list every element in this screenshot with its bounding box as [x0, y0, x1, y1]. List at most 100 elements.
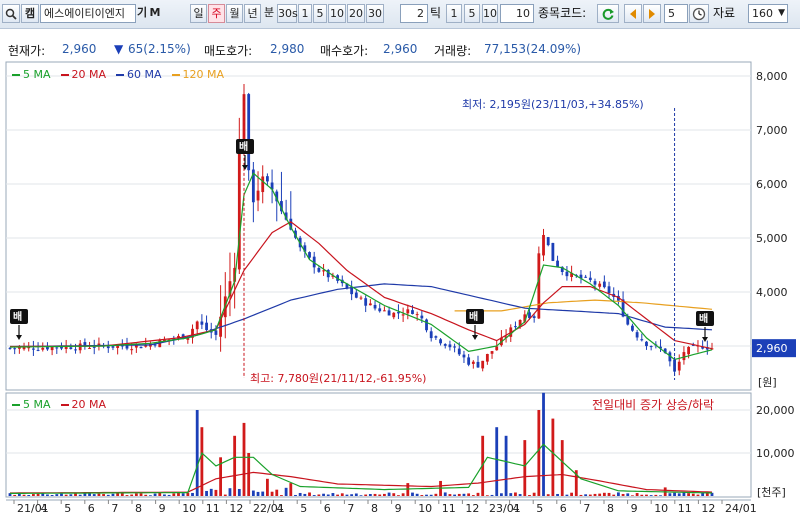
volume-ma5-line — [10, 443, 713, 494]
period-button-7[interactable]: 5 — [313, 4, 327, 23]
volume-bar — [673, 492, 676, 496]
step-input[interactable]: 5 — [664, 4, 688, 23]
period-button-5[interactable]: 30s — [277, 4, 298, 23]
candle-body — [616, 295, 620, 301]
candle-body — [214, 330, 218, 335]
volume-bar — [560, 440, 564, 496]
volume-bar — [481, 435, 485, 496]
price-legend: 5 MA 20 MA 60 MA 120 MA — [12, 68, 234, 81]
period-button-9[interactable]: 20 — [347, 4, 365, 23]
volume-bar — [687, 493, 691, 496]
volume-bar — [280, 495, 283, 496]
period-button-6[interactable]: 1 — [298, 4, 312, 23]
candle-body — [378, 308, 382, 312]
volume-bar — [364, 494, 368, 496]
candle-body — [471, 361, 475, 364]
volume-bar — [111, 493, 115, 496]
period-button-0[interactable]: 일 — [190, 4, 207, 23]
volume-bar — [607, 492, 611, 496]
tick-input[interactable]: 2 — [400, 4, 428, 23]
volume-unit-label: [천주] — [757, 485, 786, 499]
candle-body — [556, 260, 559, 267]
volume-bar — [397, 495, 400, 496]
candle-body — [27, 346, 31, 349]
candle-body — [490, 351, 494, 354]
tick-count-input[interactable]: 10 — [500, 4, 534, 23]
volume-bar — [579, 494, 583, 496]
candle-body — [298, 237, 302, 248]
prev-arrow-icon[interactable] — [624, 4, 642, 23]
tick-button-0[interactable]: 1 — [446, 4, 462, 23]
volume-bar — [490, 494, 494, 496]
x-tick-label: 8 — [135, 502, 142, 515]
x-tick-label: 9 — [159, 502, 166, 515]
volume-bar — [251, 490, 255, 496]
candle-body — [340, 279, 344, 284]
volume-bar — [261, 491, 265, 496]
candle-body — [612, 293, 616, 298]
candle-body — [542, 234, 545, 256]
x-tick-label: 5 — [64, 502, 71, 515]
candle-body — [237, 139, 241, 270]
volume-bar — [233, 435, 237, 496]
search-icon[interactable] — [2, 4, 20, 23]
dividend-marker-icon: 배 — [696, 311, 714, 342]
volume-bar — [677, 493, 681, 496]
tick-button-1[interactable]: 5 — [464, 4, 480, 23]
volume-bar — [462, 493, 466, 496]
volume-bar — [420, 495, 424, 496]
volume-bar — [691, 493, 695, 496]
candle-body — [397, 312, 400, 314]
candle-body — [303, 245, 307, 252]
x-tick-label: 6 — [560, 502, 567, 515]
volume-bar — [88, 492, 91, 496]
x-tick-label: 22/01 — [253, 502, 285, 515]
legend-label: 120 MA — [182, 68, 225, 81]
legend-item-20ma: 20 MA — [60, 398, 106, 411]
period-button-10[interactable]: 30 — [366, 4, 384, 23]
legend-swatch — [12, 74, 20, 76]
candle-body — [453, 346, 457, 348]
period-button-4[interactable]: 분 — [262, 4, 276, 23]
next-arrow-icon[interactable] — [643, 4, 661, 23]
volume-bar — [593, 493, 597, 496]
period-button-1[interactable]: 주 — [208, 4, 225, 23]
x-tick-label: 4 — [41, 502, 48, 515]
candle-body — [677, 361, 681, 371]
ask-price: 2,980 — [270, 42, 305, 56]
mode-label[interactable]: M — [148, 4, 162, 23]
refresh-icon[interactable] — [597, 4, 619, 23]
candle-body — [705, 347, 709, 350]
price-tick-label: 8,000 — [756, 70, 788, 83]
candle-body — [626, 316, 630, 325]
volume-bar — [209, 488, 213, 496]
stock-name-field[interactable]: 에스에이티이엔지 — [40, 4, 136, 23]
candle-body — [312, 256, 316, 268]
candle-body — [31, 348, 35, 350]
brand-logo-icon[interactable]: 캠 — [21, 4, 39, 23]
volume-ma20-line — [10, 471, 713, 494]
down-triangle-icon: ▼ — [114, 42, 124, 56]
volume-bar — [331, 493, 335, 496]
volume-bar — [523, 440, 527, 496]
volume-tick-label: 10,000 — [756, 447, 795, 460]
x-tick-label: 12 — [701, 502, 715, 515]
period-button-8[interactable]: 10 — [328, 4, 346, 23]
x-tick-label: 7 — [111, 502, 118, 515]
period-button-2[interactable]: 월 — [226, 4, 243, 23]
period-button-3[interactable]: 년 — [244, 4, 261, 23]
volume-bar — [181, 493, 185, 496]
candle-body — [523, 314, 527, 322]
chevron-down-icon[interactable]: ▼ — [778, 5, 785, 22]
candle-body — [509, 327, 513, 337]
candle-body — [565, 271, 569, 277]
stock-code-label: 종목코드: — [538, 6, 587, 20]
volume-bar — [78, 494, 82, 496]
candle-body — [83, 342, 87, 347]
tick-button-2[interactable]: 10 — [482, 4, 498, 23]
volume-bar — [504, 435, 508, 496]
candle-body — [668, 352, 672, 362]
data-count-select[interactable]: 160 ▼ — [748, 4, 788, 23]
volume-bar — [378, 494, 382, 496]
clock-icon[interactable] — [689, 4, 709, 23]
